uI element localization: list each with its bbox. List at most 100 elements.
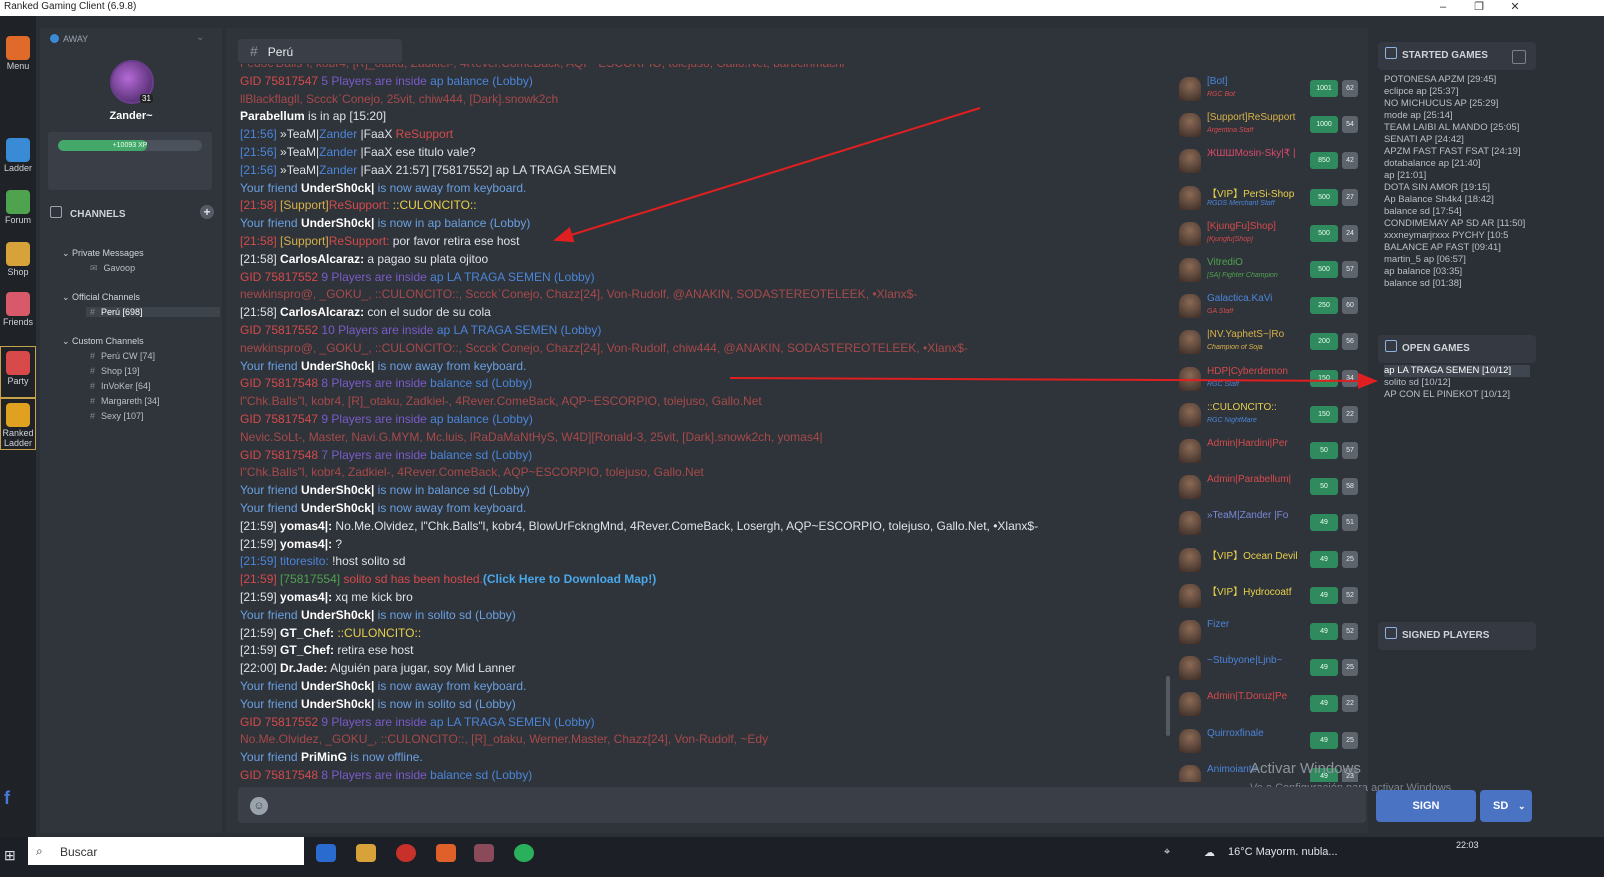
- player-row[interactable]: Galactica.KaVi GA Staff 250 60: [1173, 289, 1365, 323]
- channel-item[interactable]: ✉ Gavoop: [90, 263, 135, 274]
- player-games-badge: 57: [1342, 261, 1358, 278]
- channel-group-header[interactable]: ⌄ Official Channels: [62, 292, 140, 303]
- player-row[interactable]: Admin|Parabellum| 50 58: [1173, 470, 1365, 504]
- nav-rail: Menu Ladder Forum Shop Friends Party Ranked La…: [0, 16, 36, 853]
- chevron-down-icon[interactable]: ⌄: [196, 32, 204, 43]
- player-avatar: [1179, 294, 1201, 319]
- started-game-item[interactable]: balance sd [17:54]: [1384, 206, 1530, 218]
- started-game-item[interactable]: DOTA SIN AMOR [19:15]: [1384, 182, 1530, 194]
- rail-item-party[interactable]: Party: [0, 346, 36, 398]
- chat-log[interactable]: Fedoc'Dalls"l, kobr4, [R]_otaku, Zadkiel…: [240, 64, 1168, 782]
- open-game-item[interactable]: ap LA TRAGA SEMEN [10/12]: [1384, 365, 1530, 377]
- started-game-item[interactable]: TEAM LAIBI AL MANDO [25:05]: [1384, 122, 1530, 134]
- player-row[interactable]: |NV.YaphetS~|Ro Champion of Soja 200 56: [1173, 325, 1365, 359]
- chat-message-segment: yomas4|:: [280, 518, 333, 533]
- started-game-item[interactable]: Ap Balance Sh4k4 [18:42]: [1384, 194, 1530, 206]
- file-explorer-icon[interactable]: [356, 844, 376, 862]
- taskbar-search[interactable]: ⌕ Buscar: [28, 837, 304, 865]
- player-row[interactable]: »TeaM|Zander |Fo 49 51: [1173, 506, 1365, 540]
- mail-app-icon[interactable]: [316, 844, 336, 862]
- weather-text[interactable]: 16°C Mayorm. nubla...: [1228, 846, 1338, 858]
- rail-item-forum[interactable]: Forum: [0, 186, 36, 238]
- started-game-item[interactable]: ap [21:01]: [1384, 170, 1530, 182]
- open-games-list[interactable]: ap LA TRAGA SEMEN [10/12] solito sd [10/1…: [1384, 365, 1530, 401]
- chat-scrollbar[interactable]: [1166, 676, 1170, 736]
- player-row[interactable]: Quirroxfinale 49 25: [1173, 724, 1365, 758]
- chat-input[interactable]: [238, 787, 1366, 823]
- player-row[interactable]: Fizer 49 52: [1173, 615, 1365, 649]
- chat-message-segment: UnderSh0ck|: [300, 483, 375, 498]
- started-game-item[interactable]: balance sd [01:38]: [1384, 278, 1530, 290]
- channel-group-header[interactable]: ⌄ Private Messages: [62, 248, 144, 259]
- channel-item[interactable]: # InVoKer [64]: [90, 381, 151, 391]
- player-row[interactable]: HDP|Cyberdemon RGC Staff 150 34: [1173, 362, 1365, 396]
- player-row[interactable]: ~Stubyone|Ljnb~ 49 25: [1173, 651, 1365, 685]
- close-button[interactable]: ✕: [1500, 0, 1530, 14]
- rail-item-ladder[interactable]: Ladder: [0, 134, 36, 186]
- player-row[interactable]: 【VIP】Ocean Devil 49 25: [1173, 543, 1365, 577]
- whatsapp-icon[interactable]: [514, 844, 534, 862]
- player-row[interactable]: Admin|Hardini|Per 50 57: [1173, 434, 1365, 468]
- started-game-item[interactable]: dotabalance ap [21:40]: [1384, 158, 1530, 170]
- open-game-item[interactable]: AP CON EL PINEKOT [10/12]: [1384, 389, 1530, 401]
- chat-message-segment: Your friend: [240, 216, 301, 231]
- player-row[interactable]: Admin|T.Doruz|Pe 49 22: [1173, 687, 1365, 721]
- player-row[interactable]: VitrediO [SA] Fighter Champion 500 57: [1173, 253, 1365, 287]
- started-game-item[interactable]: xxxneymarjrxxx PYCHY [10:5: [1384, 230, 1530, 242]
- started-game-item[interactable]: CONDIMEMAY AP SD AR [11:50]: [1384, 218, 1530, 230]
- channel-group-header[interactable]: ⌄ Custom Channels: [62, 336, 144, 347]
- player-avatar: [1179, 583, 1201, 608]
- started-game-item[interactable]: ap balance [03:35]: [1384, 266, 1530, 278]
- mode-dropdown[interactable]: SD ⌄: [1480, 790, 1532, 822]
- rail-item-friends[interactable]: Friends: [0, 288, 36, 340]
- channel-item[interactable]: # Margareth [34]: [90, 396, 160, 406]
- started-game-item[interactable]: NO MICHUCUS AP [25:29]: [1384, 98, 1530, 110]
- restore-button[interactable]: ❐: [1464, 0, 1494, 14]
- player-list[interactable]: [Bot] RGC Bot 1001 62 [Support]ReSupport Arge…: [1173, 72, 1365, 782]
- player-row[interactable]: 【VIP】PerSi-Shop RGDS Merchant Staff 500 27: [1173, 181, 1365, 215]
- chat-message-segment: Your friend: [240, 750, 301, 765]
- brave-browser-icon[interactable]: [436, 844, 456, 862]
- started-game-item[interactable]: APZM FAST FAST FSAT [24:19]: [1384, 146, 1530, 158]
- status-selector[interactable]: AWAY: [50, 34, 88, 44]
- add-channel-button[interactable]: +: [200, 205, 214, 219]
- channel-item[interactable]: # Perú [698]: [86, 307, 220, 317]
- hash-icon: #: [90, 366, 96, 376]
- chevron-down-icon: ⌄: [62, 292, 73, 302]
- open-game-item[interactable]: solito sd [10/12]: [1384, 377, 1530, 389]
- rail-item-menu[interactable]: Menu: [0, 32, 36, 84]
- ranked-gaming-app-icon[interactable]: [474, 844, 494, 862]
- expand-icon[interactable]: [1512, 50, 1526, 64]
- windows-start-icon[interactable]: ⊞: [4, 847, 16, 864]
- tab-channel[interactable]: # Perú: [238, 39, 402, 63]
- rail-item-ranked-ladder[interactable]: Ranked Ladder: [0, 398, 36, 450]
- started-game-item[interactable]: martin_5 ap [06:57]: [1384, 254, 1530, 266]
- player-row[interactable]: ЖШШMosin-Sky|₹ | 850 42: [1173, 144, 1365, 178]
- started-game-item[interactable]: eclipce ap [25:37]: [1384, 86, 1530, 98]
- rail-item-shop[interactable]: Shop: [0, 238, 36, 290]
- channel-item[interactable]: # Sexy [107]: [90, 411, 144, 421]
- channel-item[interactable]: # Perú CW [74]: [90, 351, 155, 361]
- minimize-button[interactable]: –: [1428, 0, 1458, 14]
- chat-message-segment: »TeaM|: [280, 162, 320, 177]
- started-game-item[interactable]: POTONESA APZM [29:45]: [1384, 74, 1530, 86]
- player-avatar: [1179, 113, 1201, 138]
- player-row[interactable]: [KjungFu]Shop] [Kjungfu]Shop] 500 24: [1173, 217, 1365, 251]
- started-game-item[interactable]: SENATI AP [24:42]: [1384, 134, 1530, 146]
- started-game-item[interactable]: BALANCE AP FAST [09:41]: [1384, 242, 1530, 254]
- channel-item[interactable]: # Shop [19]: [90, 366, 140, 376]
- sign-button[interactable]: SIGN: [1376, 790, 1476, 822]
- started-games-list[interactable]: POTONESA APZM [29:45] eclipce ap [25:37] N…: [1384, 74, 1530, 290]
- game-client-icon[interactable]: [396, 844, 416, 862]
- player-row[interactable]: [Support]ReSupport Argentina Staff 1000 54: [1173, 108, 1365, 142]
- chat-message-segment[interactable]: (Click Here to Download Map!): [483, 572, 656, 586]
- clock[interactable]: 22:03: [1456, 840, 1479, 850]
- started-game-item[interactable]: mode ap [25:14]: [1384, 110, 1530, 122]
- player-row[interactable]: 【VIP】Hydrocoatf 49 52: [1173, 579, 1365, 613]
- network-icon[interactable]: ⌖: [1164, 846, 1170, 859]
- player-row[interactable]: ::CULONCITO:: RGC NightMare 150 22: [1173, 398, 1365, 432]
- username: Zander~: [109, 110, 153, 122]
- player-row[interactable]: [Bot] RGC Bot 1001 62: [1173, 72, 1365, 106]
- facebook-icon[interactable]: f: [4, 788, 10, 809]
- emoji-icon[interactable]: ☺: [250, 797, 268, 815]
